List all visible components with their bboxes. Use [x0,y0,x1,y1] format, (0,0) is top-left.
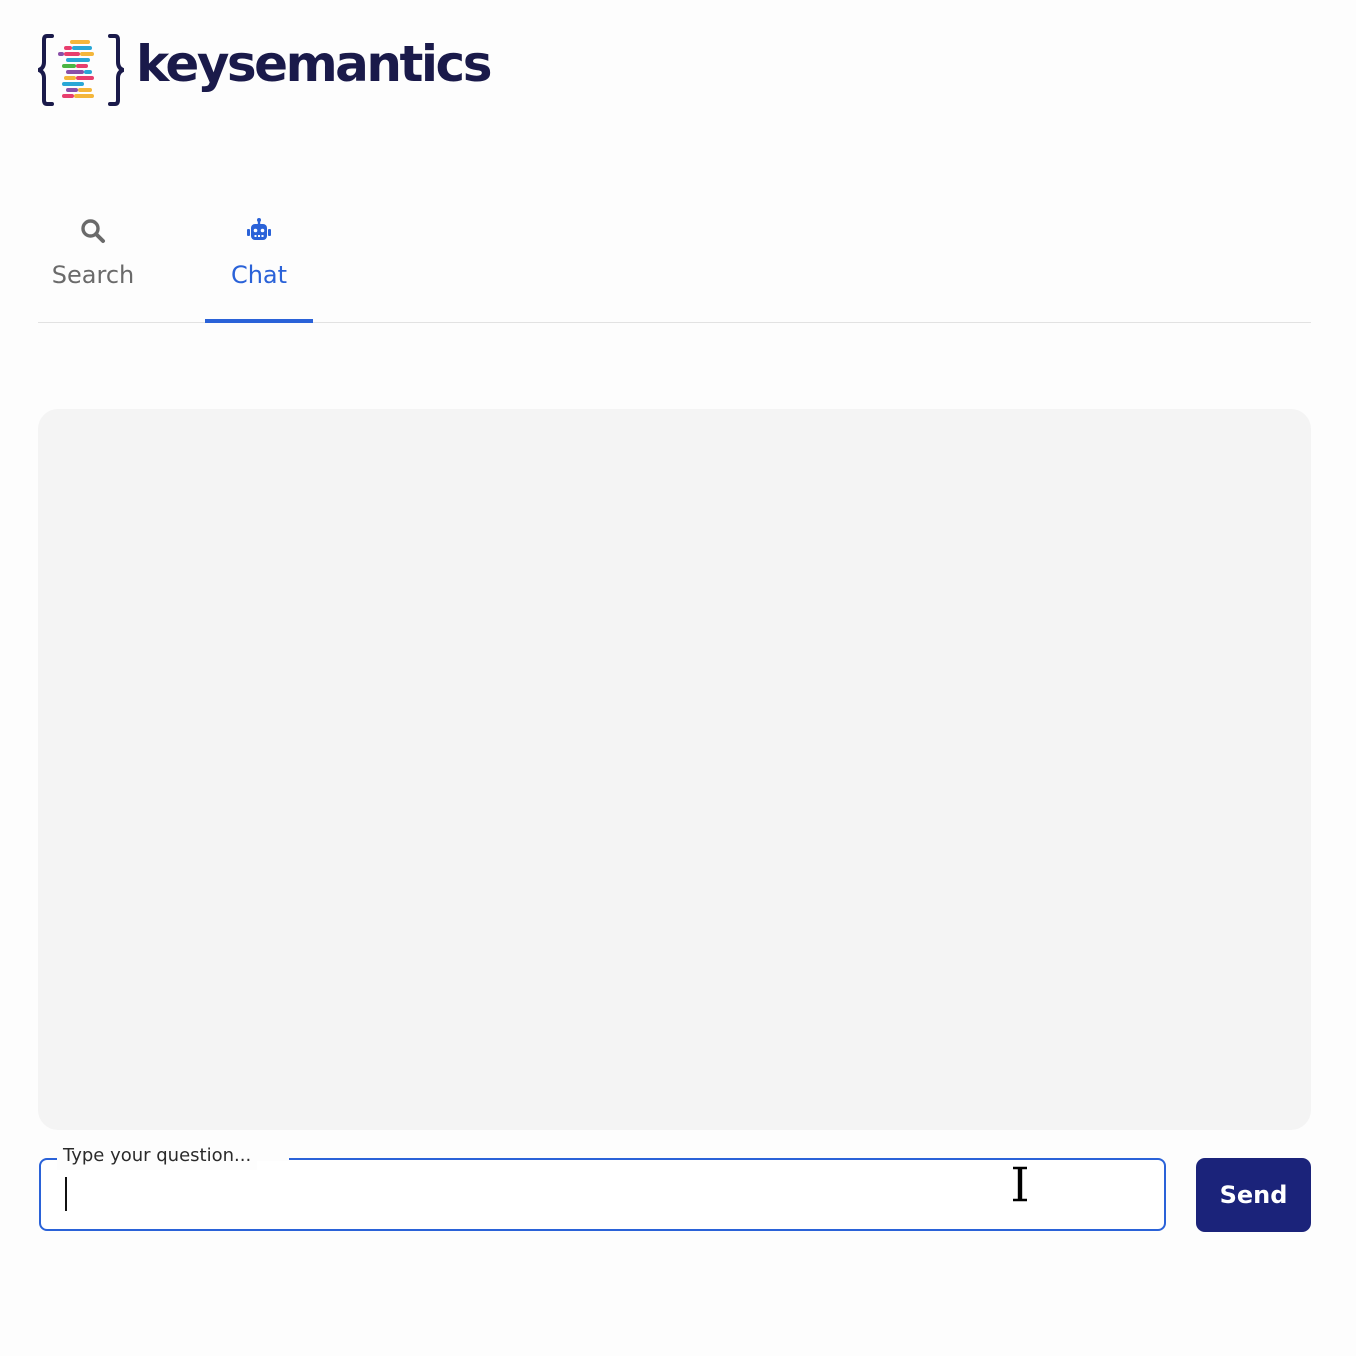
tab-bar: Search Chat [38,200,1311,323]
text-cursor-icon [1013,1166,1027,1202]
search-icon [81,219,105,243]
question-input-field[interactable]: Type your question... [39,1144,1166,1231]
active-tab-indicator [205,319,313,323]
send-button[interactable]: Send [1196,1158,1311,1232]
tab-search[interactable]: Search [38,200,148,322]
tab-search-label: Search [51,261,135,289]
tab-chat[interactable]: Chat [205,200,313,323]
brand-name: keysemantics [136,35,492,93]
question-input-label: Type your question... [57,1144,258,1170]
brand-logo[interactable]: keysemantics [38,32,492,108]
chat-messages-area[interactable] [38,409,1311,1130]
text-caret [65,1177,67,1211]
braces-logo-icon [38,34,124,106]
app-page: keysemantics Search Chat Type your quest… [0,0,1356,1356]
question-input[interactable] [61,1174,1145,1216]
robot-icon [247,218,271,240]
tab-chat-label: Chat [230,261,288,289]
